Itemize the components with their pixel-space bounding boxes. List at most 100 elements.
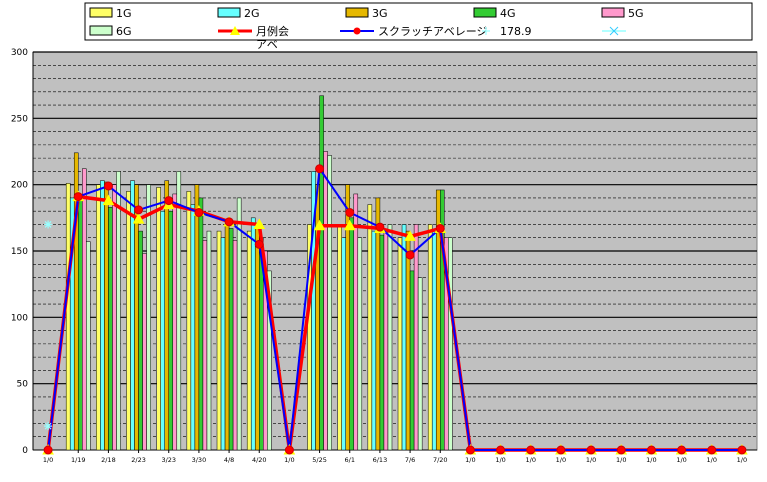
x-tick-label: 1/0 — [616, 456, 626, 464]
point-178-9 — [44, 422, 53, 431]
legend-label: 5G — [628, 7, 644, 20]
legend-label: 1G — [116, 7, 132, 20]
scratch-avg-point — [737, 445, 747, 455]
scratch-avg-point — [677, 445, 687, 455]
y-tick-label: 200 — [11, 181, 28, 191]
legend-label: アベ — [256, 38, 278, 51]
bar-5g — [202, 240, 208, 451]
bar-3g — [254, 226, 260, 451]
bar-2g — [371, 230, 377, 451]
bar-6g — [86, 241, 91, 451]
scratch-avg-point — [103, 181, 113, 191]
legend-label: 4G — [500, 7, 516, 20]
x-tick-label: 6/13 — [373, 456, 388, 464]
chart-canvas: 0 50 100 150 200 250 300 1/0 1/19 2/18 2/23 3/23 3/3… — [11, 2, 758, 464]
bar-5g — [353, 193, 359, 451]
scratch-avg-point — [646, 445, 656, 455]
scratch-avg-point — [284, 445, 294, 455]
legend-swatch-1g — [89, 7, 113, 18]
x-tick-label: 4/8 — [224, 456, 234, 464]
y-tick-label: 150 — [11, 247, 28, 257]
x-tick-label: 1/0 — [676, 456, 686, 464]
x-tick-label: 7/20 — [433, 456, 448, 464]
legend-label: 2G — [244, 7, 260, 20]
scratch-avg-point — [496, 445, 506, 455]
scratch-avg-point — [164, 196, 174, 206]
bar-6g — [448, 237, 453, 451]
bar-3g — [375, 197, 381, 451]
x-tick-label: 1/19 — [71, 456, 86, 464]
bar-5g — [142, 253, 147, 451]
point-178-9 — [44, 220, 53, 229]
x-tick-label: 2/23 — [131, 456, 146, 464]
x-tick-label: 1/0 — [646, 456, 656, 464]
legend-swatch-3g — [345, 7, 369, 18]
legend-swatch-2g — [217, 7, 241, 18]
bar-2g — [160, 210, 165, 451]
bar-4g — [319, 95, 324, 451]
bar-3g — [405, 230, 411, 451]
x-tick-label: 1/0 — [737, 456, 747, 464]
bar-6g — [176, 171, 182, 451]
bar-5g — [232, 240, 238, 451]
scratch-avg-point — [707, 445, 717, 455]
scratch-avg-point — [254, 239, 264, 249]
legend-label: 178.9 — [500, 25, 532, 38]
bar-5g — [112, 184, 117, 451]
bar-4g — [228, 228, 234, 451]
x-tick-label: 1/0 — [43, 456, 53, 464]
bar-5g — [413, 224, 419, 451]
bar-6g — [357, 237, 363, 451]
bar-2g — [190, 204, 196, 451]
bar-4g — [379, 234, 385, 451]
bar-6g — [327, 155, 332, 451]
x-tick-label: 1/0 — [707, 456, 717, 464]
x-tick-label: 1/0 — [465, 456, 475, 464]
legend-swatch-5g — [601, 7, 625, 18]
x-tick-label: 6/1 — [345, 456, 355, 464]
bar-1g — [156, 187, 161, 451]
scratch-avg-point — [405, 250, 415, 260]
x-tick-label: 3/30 — [192, 456, 207, 464]
legend-marker-scratch-avg — [353, 27, 361, 35]
legend-label: スクラッチアベレージ — [378, 25, 488, 38]
bar-6g — [417, 277, 423, 451]
bar-1g — [126, 191, 131, 451]
x-tick-label: 3/23 — [161, 456, 176, 464]
bar-5g — [82, 168, 87, 451]
bar-3g — [194, 184, 200, 451]
x-tick-label: 5/25 — [312, 456, 327, 464]
x-tick-label: 1/0 — [284, 456, 294, 464]
scratch-avg-point — [616, 445, 626, 455]
bar-4g — [409, 270, 415, 451]
legend-swatch-6g — [89, 25, 113, 36]
legend-label: 6G — [116, 25, 132, 38]
bar-6g — [146, 184, 151, 451]
scratch-avg-point — [134, 205, 144, 215]
scratch-avg-point — [315, 164, 325, 174]
bar-1g — [216, 230, 222, 451]
bar-1g — [367, 204, 373, 451]
bar-1g — [427, 224, 433, 451]
x-tick-label: 2/18 — [101, 456, 116, 464]
bar-4g — [108, 206, 113, 451]
bar-2g — [250, 217, 256, 451]
bar-3g — [224, 224, 230, 451]
legend-swatch-4g — [473, 7, 497, 18]
bar-5g — [323, 151, 328, 451]
bar-4g — [168, 210, 174, 451]
bar-1g — [65, 183, 71, 451]
y-tick-label: 50 — [17, 380, 29, 390]
scratch-avg-point — [465, 445, 475, 455]
bar-2g — [341, 237, 346, 451]
scratch-avg-point — [586, 445, 596, 455]
y-tick-label: 0 — [22, 446, 28, 456]
bar-2g — [431, 230, 437, 451]
x-tick-label: 1/0 — [495, 456, 505, 464]
scratch-avg-point — [526, 445, 536, 455]
bar-6g — [236, 197, 242, 451]
bar-1g — [397, 237, 403, 451]
x-tick-label: 7/6 — [405, 456, 415, 464]
bar-3g — [134, 184, 139, 451]
bar-2g — [130, 180, 135, 451]
